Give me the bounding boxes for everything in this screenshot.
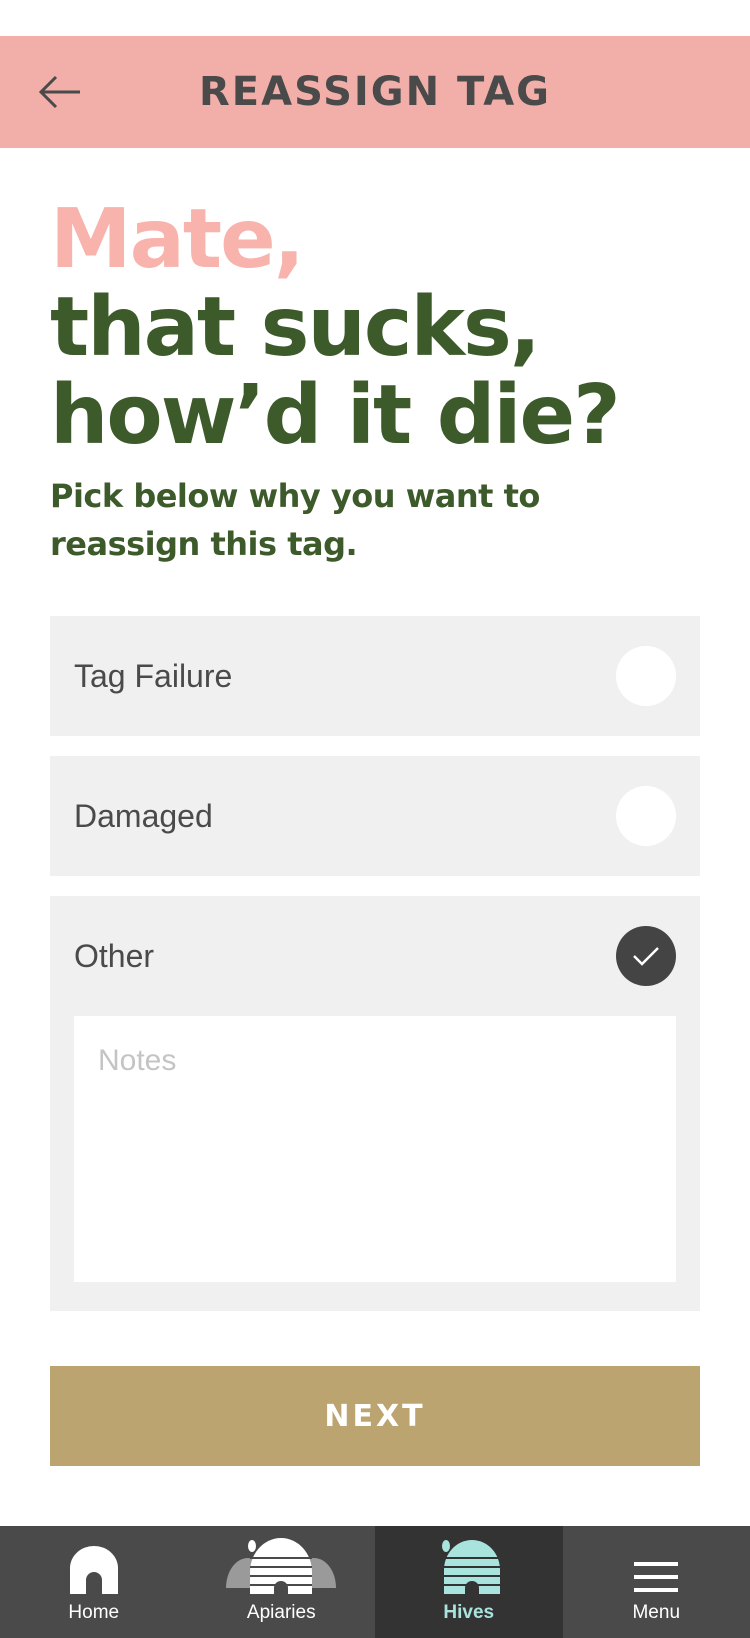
app-header: REASSIGN TAG	[0, 36, 750, 148]
next-button[interactable]: NEXT	[50, 1366, 700, 1466]
subtitle: Pick below why you want to reassign this…	[50, 477, 540, 563]
menu-icon	[634, 1538, 679, 1594]
option-row[interactable]: Other	[50, 896, 700, 1016]
nav-label: Menu	[632, 1602, 681, 1623]
nav-item-apiaries[interactable]: Apiaries	[188, 1526, 376, 1638]
option-damaged[interactable]: Damaged	[50, 756, 700, 876]
headline: Mate, that sucks, how’d it die?	[50, 196, 710, 460]
nav-label: Hives	[443, 1602, 495, 1623]
option-label: Tag Failure	[74, 657, 233, 694]
page-title: REASSIGN TAG	[199, 69, 551, 115]
nav-label: Home	[68, 1602, 120, 1623]
headline-line-2: how’d it die?	[50, 368, 621, 463]
option-row[interactable]: Tag Failure	[50, 616, 700, 736]
radio-unchecked[interactable]	[616, 646, 676, 706]
option-tag-failure[interactable]: Tag Failure	[50, 616, 700, 736]
arrow-left-icon	[38, 75, 80, 109]
bottom-nav: Home Apiaries Hives Menu	[0, 1526, 750, 1638]
nav-item-hives[interactable]: Hives	[375, 1526, 563, 1638]
nav-item-menu[interactable]: Menu	[563, 1526, 750, 1638]
hive-icon	[434, 1538, 504, 1594]
notes-field[interactable]	[74, 1016, 676, 1282]
nav-item-home[interactable]: Home	[0, 1526, 188, 1638]
back-button[interactable]	[36, 72, 84, 112]
option-label: Damaged	[74, 797, 213, 834]
headline-accent: Mate,	[50, 192, 305, 287]
headline-line-1: that sucks,	[50, 280, 541, 375]
checkmark-icon	[633, 947, 659, 966]
radio-checked[interactable]	[616, 926, 676, 986]
option-other[interactable]: Other	[50, 896, 700, 1311]
radio-unchecked[interactable]	[616, 786, 676, 846]
nav-label: Apiaries	[246, 1602, 316, 1623]
apiaries-icon	[226, 1538, 337, 1594]
option-label: Other	[74, 937, 155, 974]
home-icon	[68, 1538, 120, 1594]
option-row[interactable]: Damaged	[50, 756, 700, 876]
